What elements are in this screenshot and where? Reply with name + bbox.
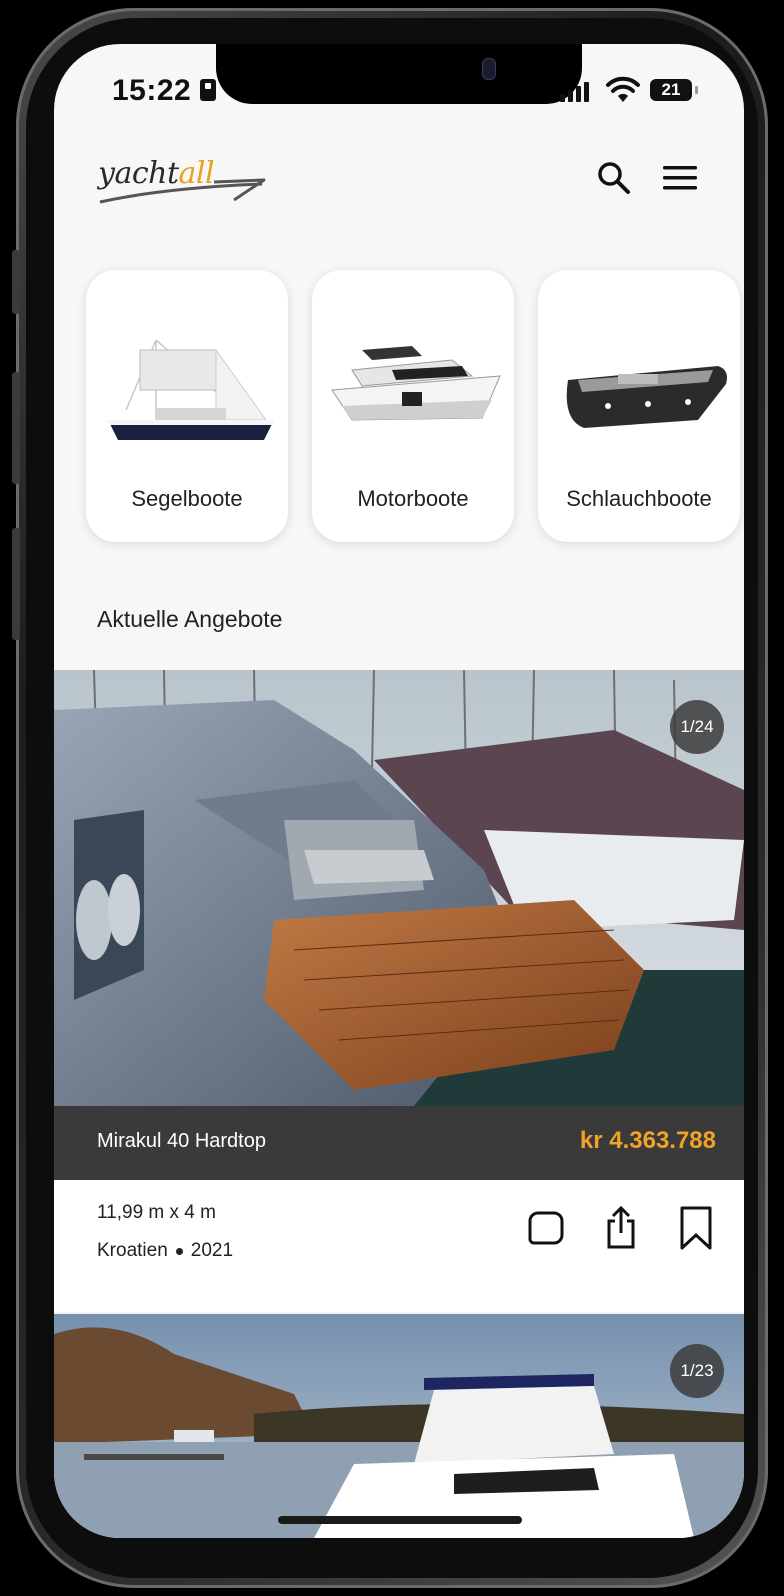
category-label: Motorboote (357, 486, 469, 511)
app-screen: 15:22 21 yachtall Segelboote Motorboote … (54, 44, 744, 1538)
share-button[interactable] (599, 1204, 643, 1252)
battery-level: 21 (661, 80, 681, 99)
listing-dimensions: 11,99 m x 4 m (97, 1202, 216, 1223)
volume-down-button (12, 528, 20, 640)
sailboat-image (108, 339, 274, 440)
battery-icon: 21 (650, 79, 692, 101)
category-label: Segelboote (131, 486, 243, 511)
separator-dot (175, 1247, 183, 1255)
inflatable-boat-image (566, 366, 727, 428)
cellular-signal-icon (560, 80, 589, 102)
notch (216, 44, 582, 104)
listing-photo[interactable]: 1/23 (54, 1314, 744, 1538)
share-icon (607, 1205, 635, 1249)
camera-indicator (482, 58, 496, 80)
listing-title-bar: Mirakul 40 Hardtop kr 4.363.788 (54, 1106, 744, 1180)
battery-tip (695, 86, 698, 94)
category-carousel[interactable]: Segelboote Motorboote Schlauchboote (86, 270, 740, 542)
motorboat-image (331, 346, 501, 421)
listing-location: Kroatien (97, 1240, 168, 1261)
category-card-motorboats[interactable]: Motorboote (312, 270, 514, 542)
mute-switch (12, 250, 20, 314)
app-header: yachtall (54, 144, 744, 214)
listing-details: 11,99 m x 4 m Kroatien 2021 (54, 1180, 744, 1312)
yachtall-logo[interactable]: yachtall (94, 154, 274, 204)
chat-icon (528, 1211, 564, 1245)
listing-name: Mirakul 40 Hardtop (97, 1130, 266, 1152)
volume-up-button (12, 372, 20, 484)
wifi-icon (606, 76, 640, 102)
sim-icon (200, 79, 216, 101)
listing-meta: Kroatien 2021 (97, 1240, 233, 1262)
search-button[interactable] (594, 158, 634, 198)
search-icon (598, 162, 630, 194)
status-time: 15:22 (112, 74, 192, 107)
listing-price: kr 4.363.788 (579, 1127, 716, 1154)
yacht-photo (54, 1314, 744, 1538)
logo-swoosh-icon (99, 178, 266, 204)
photo-counter: 1/23 (670, 1344, 724, 1398)
menu-button[interactable] (658, 158, 702, 198)
category-label: Schlauchboote (566, 486, 712, 511)
home-indicator[interactable] (278, 1516, 522, 1524)
yacht-photo (54, 670, 744, 1106)
bookmark-button[interactable] (674, 1204, 718, 1252)
category-card-inflatables[interactable]: Schlauchboote (538, 270, 740, 542)
listing-year: 2021 (190, 1240, 234, 1261)
section-title: Aktuelle Angebote (97, 606, 283, 632)
chat-button[interactable] (524, 1204, 568, 1252)
photo-counter: 1/24 (670, 700, 724, 754)
category-card-sailboats[interactable]: Segelboote (86, 270, 288, 542)
listing-photo[interactable]: 1/24 (54, 670, 744, 1106)
hamburger-menu-icon (663, 166, 697, 190)
bookmark-icon (680, 1206, 712, 1250)
